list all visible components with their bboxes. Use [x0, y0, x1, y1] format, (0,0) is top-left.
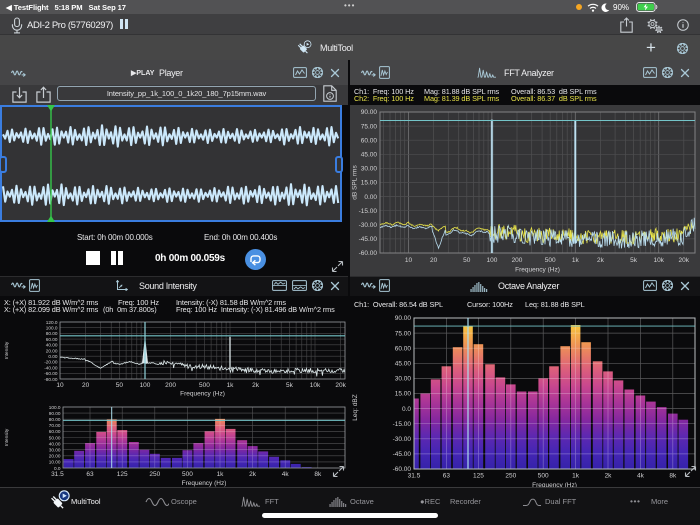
svg-text:200: 200: [512, 257, 523, 264]
svg-text:500: 500: [545, 257, 556, 264]
svg-text:10k: 10k: [653, 257, 664, 264]
svg-text:40.00: 40.00: [46, 343, 58, 348]
svg-text:100.0: 100.0: [49, 405, 61, 410]
svg-text:75.00: 75.00: [395, 330, 412, 337]
svg-text:50.00: 50.00: [49, 435, 61, 440]
svg-text:40.00: 40.00: [49, 441, 61, 446]
svg-text:Intensity: Intensity: [4, 341, 9, 359]
svg-text:45.00: 45.00: [361, 152, 378, 159]
svg-text:60.00: 60.00: [395, 345, 412, 352]
svg-text:60.00: 60.00: [49, 429, 61, 434]
svg-text:90.00: 90.00: [395, 315, 412, 322]
svg-text:1k: 1k: [572, 257, 580, 264]
svg-text:125: 125: [117, 471, 128, 478]
svg-text:5k: 5k: [630, 257, 638, 264]
svg-text:0.0: 0.0: [402, 406, 411, 413]
svg-text:-15.00: -15.00: [359, 208, 378, 215]
svg-text:-15.00: -15.00: [393, 421, 412, 428]
svg-text:80.00: 80.00: [46, 331, 58, 336]
svg-text:0.00: 0.00: [364, 194, 377, 201]
svg-text:4k: 4k: [637, 473, 645, 480]
svg-text:0.00: 0.00: [48, 354, 58, 359]
svg-text:120.0: 120.0: [46, 320, 58, 325]
svg-text:90.00: 90.00: [361, 109, 378, 116]
svg-text:250: 250: [505, 473, 516, 480]
svg-text:2k: 2k: [249, 471, 257, 478]
svg-text:31.5: 31.5: [51, 471, 64, 478]
svg-text:70.00: 70.00: [49, 423, 61, 428]
svg-text:2k: 2k: [605, 473, 613, 480]
svg-text:20.00: 20.00: [46, 348, 58, 353]
svg-text:45.00: 45.00: [395, 361, 412, 368]
svg-text:Frequency (Hz): Frequency (Hz): [515, 267, 560, 274]
svg-text:20: 20: [430, 257, 438, 264]
svg-text:4k: 4k: [282, 471, 290, 478]
svg-text:100: 100: [486, 257, 497, 264]
svg-text:8k: 8k: [314, 471, 322, 478]
svg-text:-20.00: -20.00: [44, 360, 58, 365]
svg-text:20k: 20k: [679, 257, 690, 264]
svg-text:80.00: 80.00: [49, 417, 61, 422]
svg-text:15.00: 15.00: [395, 391, 412, 398]
svg-text:10: 10: [405, 257, 413, 264]
svg-text:-30.00: -30.00: [359, 222, 378, 229]
svg-text:500: 500: [538, 473, 549, 480]
svg-text:63: 63: [443, 473, 451, 480]
svg-text:-30.00: -30.00: [393, 436, 412, 443]
svg-text:200: 200: [165, 382, 176, 389]
svg-text:30.00: 30.00: [361, 166, 378, 173]
svg-text:-60.00: -60.00: [44, 371, 58, 376]
svg-text:2k: 2k: [252, 382, 260, 389]
svg-text:1k: 1k: [227, 382, 235, 389]
svg-text:1k: 1k: [217, 471, 225, 478]
svg-text:15.00: 15.00: [361, 180, 378, 187]
svg-text:63: 63: [86, 471, 94, 478]
svg-text:20k: 20k: [335, 382, 346, 389]
svg-text:50: 50: [116, 382, 124, 389]
svg-text:30.00: 30.00: [49, 448, 61, 453]
svg-text:2k: 2k: [597, 257, 605, 264]
svg-text:Frequency (Hz): Frequency (Hz): [180, 391, 225, 398]
svg-text:5k: 5k: [286, 382, 294, 389]
svg-text:500: 500: [199, 382, 210, 389]
svg-text:60.00: 60.00: [361, 137, 378, 144]
svg-text:60.00: 60.00: [46, 337, 58, 342]
svg-text:30.00: 30.00: [395, 376, 412, 383]
svg-text:Leq: dBZ: Leq: dBZ: [352, 394, 359, 420]
svg-text:-60.00: -60.00: [359, 250, 378, 257]
svg-text:20: 20: [82, 382, 90, 389]
svg-text:-45.00: -45.00: [393, 451, 412, 458]
svg-text:75.00: 75.00: [361, 123, 378, 130]
svg-text:100: 100: [140, 382, 151, 389]
svg-text:Frequency (Hz): Frequency (Hz): [182, 480, 227, 487]
svg-text:Intensity: Intensity: [4, 428, 9, 446]
svg-text:-45.00: -45.00: [359, 236, 378, 243]
svg-text:50: 50: [463, 257, 471, 264]
svg-text:10.00: 10.00: [49, 460, 61, 465]
svg-text:31.5: 31.5: [408, 473, 421, 480]
svg-text:100.0: 100.0: [46, 326, 58, 331]
svg-text:90.00: 90.00: [49, 411, 61, 416]
svg-text:-40.00: -40.00: [44, 365, 58, 370]
svg-text:125: 125: [473, 473, 484, 480]
svg-text:250: 250: [149, 471, 160, 478]
svg-text:10: 10: [56, 382, 64, 389]
svg-text:10k: 10k: [310, 382, 321, 389]
svg-text:500: 500: [182, 471, 193, 478]
svg-text:1k: 1k: [572, 473, 580, 480]
svg-text:dB SPL rms: dB SPL rms: [352, 165, 359, 200]
svg-text:8k: 8k: [669, 473, 677, 480]
svg-text:20.00: 20.00: [49, 454, 61, 459]
